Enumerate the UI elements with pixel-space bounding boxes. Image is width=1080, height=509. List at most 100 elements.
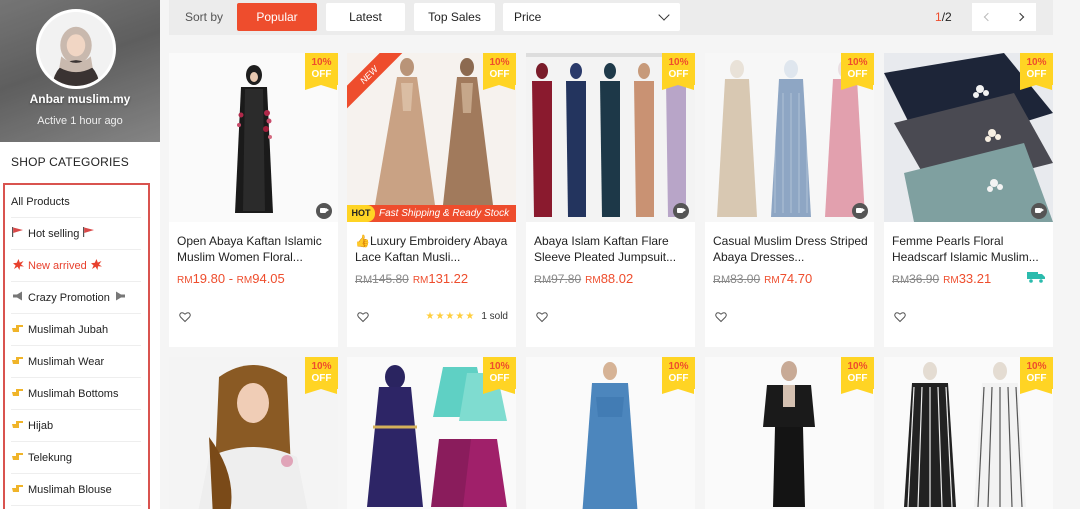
price-separator: -: [225, 271, 237, 286]
discount-percent: 10%: [668, 57, 689, 68]
category-telekung[interactable]: Telekung: [11, 442, 141, 474]
free-shipping-icon: [1027, 272, 1045, 283]
product-image[interactable]: 10% OFF: [169, 357, 338, 509]
heart-icon[interactable]: [715, 311, 727, 323]
product-card[interactable]: 10% OFF Casual Muslim Dress Striped Abaya…: [705, 53, 874, 347]
chevron-down-icon: [658, 9, 670, 21]
discount-off: OFF: [668, 373, 689, 384]
sort-latest-button[interactable]: Latest: [326, 3, 405, 31]
product-image[interactable]: 10% OFF: [884, 53, 1053, 222]
sort-bar: Sort by Popular Latest Top Sales Price 1…: [169, 0, 1053, 35]
discount-badge: 10% OFF: [662, 53, 695, 90]
product-title[interactable]: Abaya Islam Kaftan Flare Sleeve Pleated …: [534, 233, 689, 265]
price-low: 19.80: [192, 271, 226, 286]
rating-stars-icon: ★★★★★: [425, 311, 476, 322]
product-image[interactable]: 10% OFF: [526, 53, 695, 222]
shop-active-status: Active 1 hour ago: [37, 115, 123, 127]
product-price: RM145.80 RM131.22: [355, 271, 468, 286]
product-card[interactable]: 10% OFF: [347, 357, 516, 509]
product-price: RM19.80 - RM94.05: [177, 271, 285, 286]
product-card[interactable]: 10% OFF Abaya Islam Kaftan Flare Sleeve P…: [526, 53, 695, 347]
pointing-hand-icon: [11, 323, 25, 336]
discount-percent: 10%: [847, 57, 868, 68]
product-card[interactable]: NEW 10% OFF HOT Fast Shipping & Ready Sto…: [347, 53, 516, 347]
category-label: Hijab: [28, 419, 54, 432]
discount-percent: 10%: [489, 57, 510, 68]
discount-badge: 10% OFF: [841, 53, 874, 90]
product-title[interactable]: Femme Pearls Floral Headscarf Islamic Mu…: [892, 233, 1047, 265]
discount-percent: 10%: [1026, 57, 1047, 68]
category-label: All Products: [11, 195, 70, 208]
heart-icon[interactable]: [357, 311, 369, 323]
category-hijab[interactable]: Hijab: [11, 410, 141, 442]
sold-info: ★★★★★ 1 sold: [425, 311, 508, 322]
discount-off: OFF: [847, 373, 868, 384]
product-image[interactable]: 10% OFF: [884, 357, 1053, 509]
product-image[interactable]: 10% OFF: [526, 357, 695, 509]
burst-icon: [11, 258, 25, 273]
product-card[interactable]: 10% OFF: [526, 357, 695, 509]
currency: RM: [943, 275, 959, 286]
category-new-arrived[interactable]: New arrived: [11, 250, 141, 282]
heart-icon[interactable]: [536, 311, 548, 323]
product-card[interactable]: 10% OFF Open Abaya Kaftan Islamic Muslim …: [169, 53, 338, 347]
discount-off: OFF: [1026, 69, 1047, 80]
discount-badge: 10% OFF: [662, 357, 695, 394]
discount-off: OFF: [847, 69, 868, 80]
fast-shipping-text: Fast Shipping & Ready Stock: [379, 208, 510, 219]
current-page: 1: [935, 10, 942, 24]
shop-avatar[interactable]: [36, 9, 116, 89]
price-sort-select[interactable]: Price: [503, 3, 680, 31]
next-page-button[interactable]: [1004, 3, 1036, 31]
megaphone-icon: [113, 291, 127, 304]
chevron-left-icon: [983, 12, 993, 22]
original-price: RM145.80: [355, 272, 409, 286]
discount-percent: 10%: [311, 361, 332, 372]
product-image[interactable]: 10% OFF: [169, 53, 338, 222]
discount-percent: 10%: [668, 361, 689, 372]
product-image[interactable]: NEW 10% OFF HOT Fast Shipping & Ready Sto…: [347, 53, 516, 222]
product-image[interactable]: 10% OFF: [347, 357, 516, 509]
currency: RM: [355, 274, 373, 286]
product-title[interactable]: 👍Luxury Embroidery Abaya Lace Kaftan Mus…: [355, 233, 510, 265]
discount-badge: 10% OFF: [483, 53, 516, 90]
currency: RM: [534, 274, 552, 286]
product-image[interactable]: 10% OFF: [705, 357, 874, 509]
discount-percent: 10%: [489, 361, 510, 372]
heart-icon[interactable]: [179, 311, 191, 323]
product-card[interactable]: 10% OFF: [169, 357, 338, 509]
discount-off: OFF: [489, 373, 510, 384]
product-title[interactable]: Open Abaya Kaftan Islamic Muslim Women F…: [177, 233, 332, 265]
category-muslimah-bottoms[interactable]: Muslimah Bottoms: [11, 378, 141, 410]
fast-shipping-banner: HOT Fast Shipping & Ready Stock: [347, 205, 516, 222]
discount-off: OFF: [311, 69, 332, 80]
sort-popular-button[interactable]: Popular: [237, 3, 317, 31]
original-price-value: 97.80: [551, 272, 582, 286]
sale-price: 88.02: [600, 271, 634, 286]
shop-page: Anbar muslim.my Active 1 hour ago SHOP C…: [0, 0, 1080, 509]
category-label: Telekung: [28, 451, 73, 464]
product-card[interactable]: 10% OFF Femme Pearls Floral Headscarf Isl…: [884, 53, 1053, 347]
category-label: Muslimah Jubah: [28, 323, 109, 336]
product-card[interactable]: 10% OFF: [884, 357, 1053, 509]
shop-name[interactable]: Anbar muslim.my: [0, 92, 160, 106]
currency: RM: [713, 274, 731, 286]
sort-top-sales-button[interactable]: Top Sales: [414, 3, 495, 31]
category-muslimah-blouse[interactable]: Muslimah Blouse: [11, 474, 141, 506]
video-icon: [852, 203, 868, 219]
sale-price: 33.21: [958, 271, 992, 286]
category-label: Muslimah Blouse: [28, 483, 112, 496]
sold-count: 1 sold: [481, 311, 508, 322]
category-crazy-promotion[interactable]: Crazy Promotion: [11, 282, 141, 314]
heart-icon[interactable]: [894, 311, 906, 323]
categories-list: All Products Hot selling New arrived Cra…: [3, 183, 150, 509]
product-image[interactable]: 10% OFF: [705, 53, 874, 222]
category-muslimah-jubah[interactable]: Muslimah Jubah: [11, 314, 141, 346]
prev-page-button[interactable]: [972, 3, 1004, 31]
category-muslimah-wear[interactable]: Muslimah Wear: [11, 346, 141, 378]
product-title[interactable]: Casual Muslim Dress Striped Abaya Dresse…: [713, 233, 868, 265]
category-all-products[interactable]: All Products: [11, 186, 141, 218]
product-card[interactable]: 10% OFF: [705, 357, 874, 509]
pointing-hand-icon: [11, 387, 25, 400]
category-hot-selling[interactable]: Hot selling: [11, 218, 141, 250]
